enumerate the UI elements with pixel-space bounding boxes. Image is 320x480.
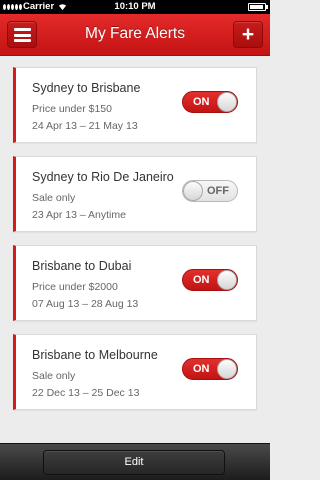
status-time: 10:10 PM (114, 1, 156, 12)
toggle-knob (217, 270, 237, 290)
alert-condition: Price under $150 (32, 103, 112, 115)
toggle-label: OFF (207, 185, 229, 197)
alert-route: Brisbane to Melbourne (32, 348, 158, 362)
toggle-knob (217, 359, 237, 379)
page-title: My Fare Alerts (85, 25, 185, 42)
toggle-knob (183, 181, 203, 201)
battery-icon (248, 3, 268, 11)
toggle-label: ON (193, 363, 210, 375)
add-alert-button[interactable]: + (233, 21, 263, 48)
alert-condition: Price under $2000 (32, 281, 118, 293)
alert-toggle[interactable]: ON (182, 358, 238, 380)
alert-card[interactable]: Sydney to Rio De Janeiro Sale only 23 Ap… (13, 156, 257, 232)
alerts-list: Sydney to Brisbane Price under $150 24 A… (0, 57, 270, 443)
alert-route: Sydney to Brisbane (32, 81, 141, 95)
plus-icon: + (241, 23, 255, 46)
toggle-label: ON (193, 96, 210, 108)
alert-dates: 23 Apr 13 – Anytime (32, 209, 126, 221)
alert-card[interactable]: Brisbane to Dubai Price under $2000 07 A… (13, 245, 257, 321)
alert-toggle[interactable]: OFF (182, 180, 238, 202)
navigation-bar: My Fare Alerts + (0, 14, 270, 56)
alert-toggle[interactable]: ON (182, 269, 238, 291)
alert-dates: 07 Aug 13 – 28 Aug 13 (32, 298, 139, 310)
toggle-knob (217, 92, 237, 112)
bottom-toolbar: Edit (0, 443, 270, 480)
alert-dates: 24 Apr 13 – 21 May 13 (32, 120, 138, 132)
edit-button[interactable]: Edit (43, 450, 225, 475)
alert-condition: Sale only (32, 370, 76, 382)
alert-card[interactable]: Brisbane to Melbourne Sale only 22 Dec 1… (13, 334, 257, 410)
alert-dates: 22 Dec 13 – 25 Dec 13 (32, 387, 140, 399)
status-bar: Carrier 10:10 PM (0, 0, 270, 14)
alert-card[interactable]: Sydney to Brisbane Price under $150 24 A… (13, 67, 257, 143)
alert-route: Brisbane to Dubai (32, 259, 132, 273)
alert-route: Sydney to Rio De Janeiro (32, 170, 174, 184)
alert-condition: Sale only (32, 192, 76, 204)
toggle-label: ON (193, 274, 210, 286)
alert-toggle[interactable]: ON (182, 91, 238, 113)
